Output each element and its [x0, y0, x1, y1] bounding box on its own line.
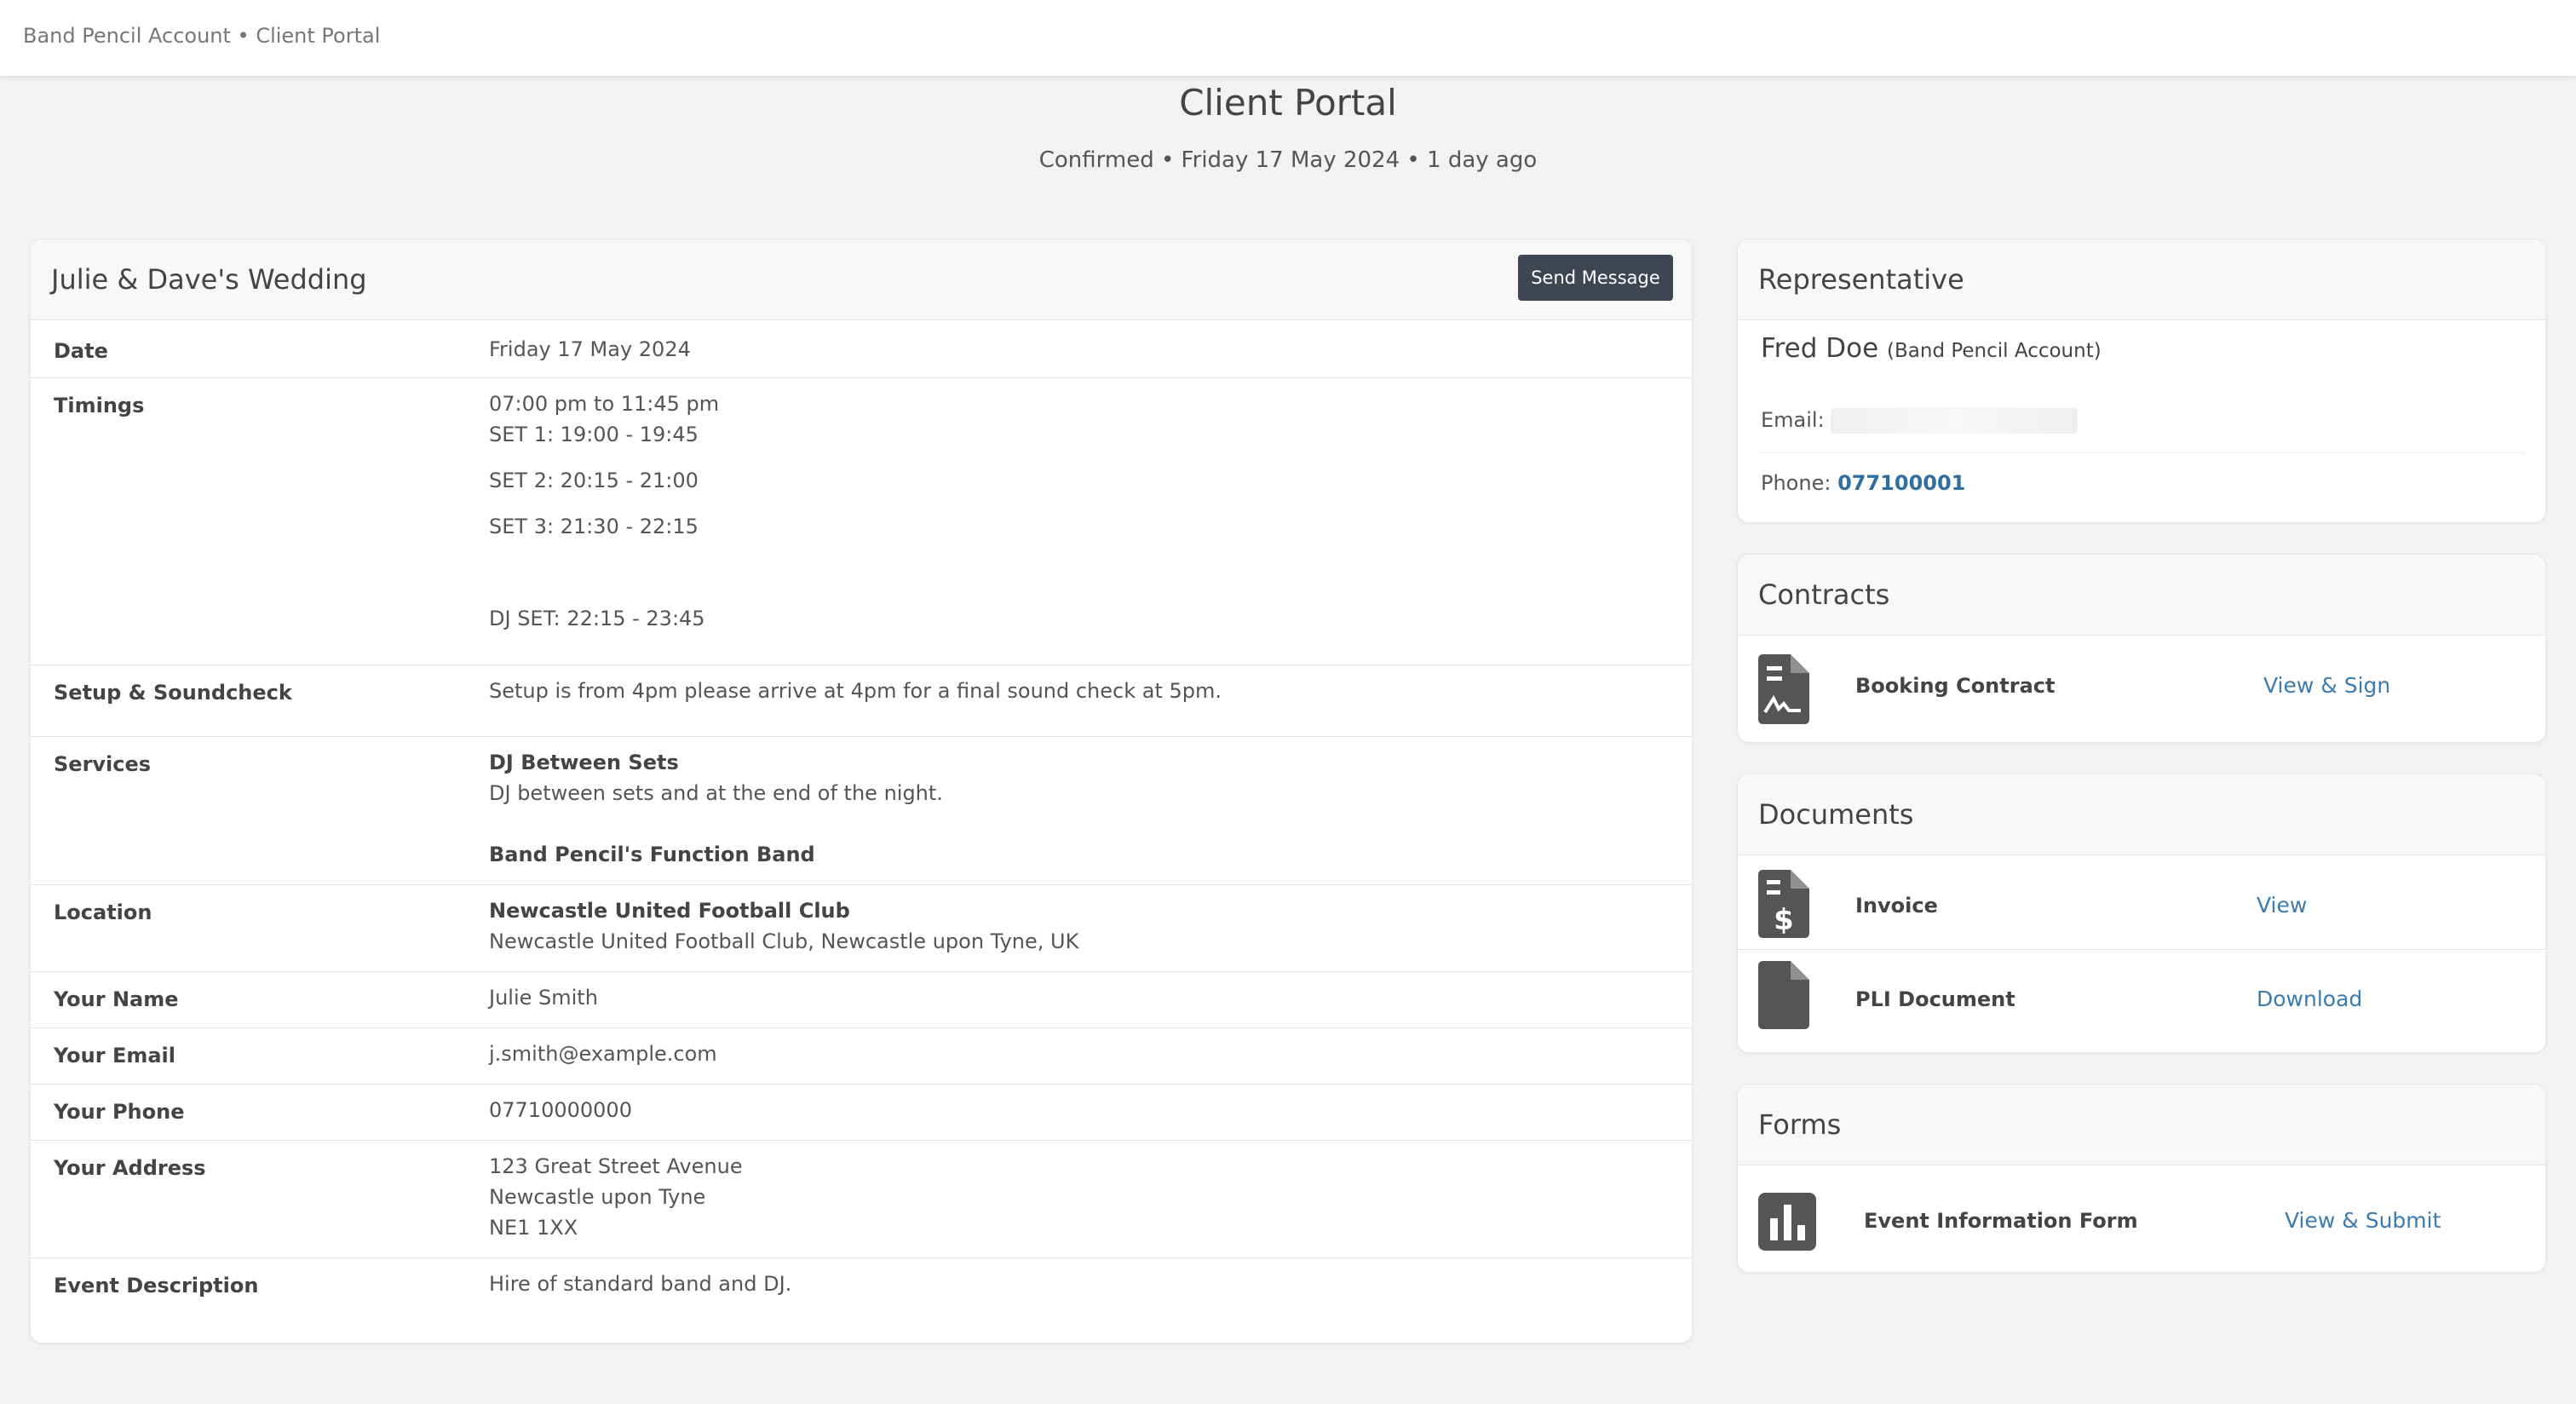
location-name: Newcastle United Football Club: [489, 895, 850, 926]
representative-header: Representative: [1738, 239, 2545, 320]
form-row: Event Information Form View & Submit: [1738, 1165, 2545, 1272]
your-email-value: j.smith@example.com: [489, 1042, 717, 1066]
event-description-row: Event Description Hire of standard band …: [31, 1257, 1692, 1343]
timings-line: SET 2: 20:15 - 21:00: [489, 469, 699, 492]
forms-card: Forms Event Information Form View & Subm…: [1737, 1084, 2546, 1273]
page-subtitle: Confirmed • Friday 17 May 2024 • 1 day a…: [1038, 147, 1538, 173]
event-description-label: Event Description: [54, 1274, 259, 1298]
services-row: Services DJ Between Sets DJ between sets…: [31, 736, 1692, 884]
service-description: DJ between sets and at the end of the ni…: [489, 781, 943, 805]
forms-title: Forms: [1758, 1108, 1842, 1141]
your-address-row: Your Address 123 Great Street Avenue New…: [31, 1140, 1692, 1257]
contract-row: Booking Contract View & Sign: [1738, 636, 2545, 742]
documents-header: Documents: [1738, 774, 2545, 855]
view-sign-link[interactable]: View & Sign: [2263, 673, 2390, 698]
document-name: PLI Document: [1855, 987, 2015, 1011]
phone-label: Phone:: [1761, 471, 1831, 495]
your-name-row: Your Name Julie Smith: [31, 971, 1692, 1027]
representative-card: Representative Fred Doe (Band Pencil Acc…: [1737, 239, 2546, 523]
event-description-value: Hire of standard band and DJ.: [489, 1272, 792, 1296]
forms-header: Forms: [1738, 1085, 2545, 1165]
address-line: 123 Great Street Avenue: [489, 1154, 743, 1178]
timings-line: 07:00 pm to 11:45 pm: [489, 392, 720, 416]
document-row: $ Invoice View: [1738, 855, 2545, 949]
representative-email: Email:: [1761, 408, 2079, 434]
location-row: Location Newcastle United Football Club …: [31, 884, 1692, 971]
date-row: Date Friday 17 May 2024: [31, 320, 1692, 377]
your-name-label: Your Name: [54, 987, 179, 1011]
timings-line: SET 1: 19:00 - 19:45: [489, 423, 699, 446]
setup-label: Setup & Soundcheck: [54, 681, 292, 705]
top-bar: Band Pencil Account • Client Portal: [0, 0, 2576, 77]
contracts-title: Contracts: [1758, 578, 1890, 611]
bar-chart-icon: [1758, 1193, 1816, 1254]
service-name: DJ Between Sets: [489, 747, 679, 778]
location-name-text: Newcastle United Football Club: [489, 899, 850, 923]
your-email-row: Your Email j.smith@example.com: [31, 1027, 1692, 1084]
your-phone-label: Your Phone: [54, 1100, 185, 1124]
phone-link[interactable]: 077100001: [1837, 471, 1965, 495]
email-label: Email:: [1761, 408, 1825, 432]
download-link[interactable]: Download: [2257, 987, 2362, 1011]
your-phone-row: Your Phone 07710000000: [31, 1084, 1692, 1140]
documents-card: Documents $ Invoice View PLI Document Do…: [1737, 774, 2546, 1053]
event-title: Julie & Dave's Wedding: [51, 263, 367, 296]
representative-name: Fred Doe (Band Pencil Account): [1761, 333, 2102, 364]
form-name: Event Information Form: [1864, 1209, 2138, 1233]
contracts-card: Contracts Booking Contract View & Sign: [1737, 554, 2546, 743]
send-message-button[interactable]: Send Message: [1518, 255, 1673, 301]
view-invoice-link[interactable]: View: [2257, 893, 2307, 918]
timings-line: DJ SET: 22:15 - 23:45: [489, 607, 705, 630]
setup-value: Setup is from 4pm please arrive at 4pm f…: [489, 679, 1222, 703]
your-email-label: Your Email: [54, 1044, 175, 1067]
your-name-value: Julie Smith: [489, 986, 598, 1010]
event-card-header: Julie & Dave's Wedding Send Message: [31, 239, 1692, 320]
contract-signature-icon: [1758, 654, 1809, 728]
file-icon: [1758, 961, 1809, 1033]
rep-org: (Band Pencil Account): [1887, 340, 2102, 362]
address-line: Newcastle upon Tyne: [489, 1185, 706, 1209]
your-address-label: Your Address: [54, 1156, 206, 1180]
contract-name: Booking Contract: [1855, 674, 2056, 698]
services-label: Services: [54, 752, 152, 776]
service-name-text: DJ Between Sets: [489, 751, 679, 774]
address-line: NE1 1XX: [489, 1216, 578, 1240]
view-submit-link[interactable]: View & Submit: [2285, 1208, 2441, 1233]
document-row: PLI Document Download: [1738, 949, 2545, 1052]
timings-label: Timings: [54, 394, 145, 417]
breadcrumb[interactable]: Band Pencil Account • Client Portal: [23, 24, 380, 48]
email-redacted: [1831, 408, 2079, 434]
your-phone-value: 07710000000: [489, 1098, 632, 1122]
page-title: Client Portal: [1179, 82, 1397, 124]
service-name: Band Pencil's Function Band: [489, 839, 815, 870]
location-label: Location: [54, 901, 152, 924]
service-name-text: Band Pencil's Function Band: [489, 843, 815, 866]
documents-title: Documents: [1758, 798, 1914, 831]
svg-text:$: $: [1774, 903, 1794, 937]
representative-title: Representative: [1758, 263, 1964, 296]
contracts-header: Contracts: [1738, 555, 2545, 636]
date-value: Friday 17 May 2024: [489, 337, 691, 361]
divider: [1758, 452, 2525, 453]
document-name: Invoice: [1855, 894, 1938, 918]
event-details-card: Julie & Dave's Wedding Send Message Date…: [30, 239, 1693, 1344]
date-label: Date: [54, 339, 108, 363]
rep-name-text: Fred Doe: [1761, 333, 1879, 364]
timings-row: Timings 07:00 pm to 11:45 pm SET 1: 19:0…: [31, 377, 1692, 665]
timings-line: SET 3: 21:30 - 22:15: [489, 515, 699, 538]
representative-phone: Phone: 077100001: [1761, 471, 1965, 495]
location-address: Newcastle United Football Club, Newcastl…: [489, 929, 1079, 953]
invoice-dollar-icon: $: [1758, 870, 1809, 941]
setup-row: Setup & Soundcheck Setup is from 4pm ple…: [31, 665, 1692, 736]
